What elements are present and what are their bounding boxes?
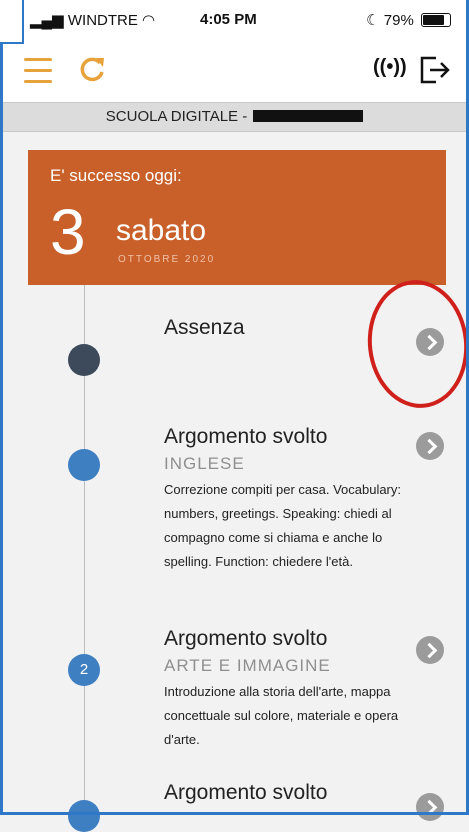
date-card-caption: E' successo oggi: [50,166,182,185]
carrier-info: ▂▄▆ WINDTRE ◠ [30,11,155,29]
date-month-year: OTTOBRE 2020 [118,254,216,265]
date-day-number: 3 [50,196,86,268]
logout-icon[interactable] [418,54,452,86]
timeline-dot [68,800,100,832]
cell-signal-icon: ▂▄▆ [30,12,64,29]
timeline-dot-badge: 2 [68,654,100,686]
chevron-right-icon[interactable] [416,432,444,460]
corner-frame [0,0,24,44]
event-title: Argomento svolto [164,627,328,650]
battery-info: ☾ 79% [366,11,451,29]
battery-icon [421,13,451,27]
status-bar: ▂▄▆ WINDTRE ◠ 4:05 PM ☾ 79% [0,0,469,40]
date-card: E' successo oggi: 3 sabato OTTOBRE 2020 [28,150,446,285]
event-description: Introduzione alla storia dell'arte, mapp… [164,684,399,747]
wifi-icon: ◠ [142,12,156,29]
school-title-bar: SCUOLA DIGITALE - [0,102,469,132]
menu-icon[interactable] [24,58,52,84]
refresh-icon[interactable] [76,54,108,86]
timeline-dot [68,449,100,481]
carrier-label: WINDTRE [67,12,138,29]
moon-icon: ☾ [366,12,380,29]
event-title: Argomento svolto [164,425,328,448]
chevron-right-icon[interactable] [416,636,444,664]
event-subject: ARTE E IMMAGINE [164,656,331,675]
signal-icon[interactable]: ((•)) [373,56,407,79]
app-bar: ((•)) [0,40,469,102]
redacted-school-name [253,110,364,122]
school-title: SCUOLA DIGITALE - [105,108,248,125]
battery-percent: 79% [383,12,414,29]
event-title: Assenza [164,316,245,339]
date-weekday: sabato [116,214,207,247]
timeline-dot [68,344,100,376]
chevron-right-icon[interactable] [416,328,444,356]
event-title: Argomento svolto [164,781,328,804]
chevron-right-icon[interactable] [416,793,444,821]
clock: 4:05 PM [200,11,257,28]
event-subject: INGLESE [164,454,245,473]
event-description: Correzione compiti per casa. Vocabulary:… [164,482,402,569]
